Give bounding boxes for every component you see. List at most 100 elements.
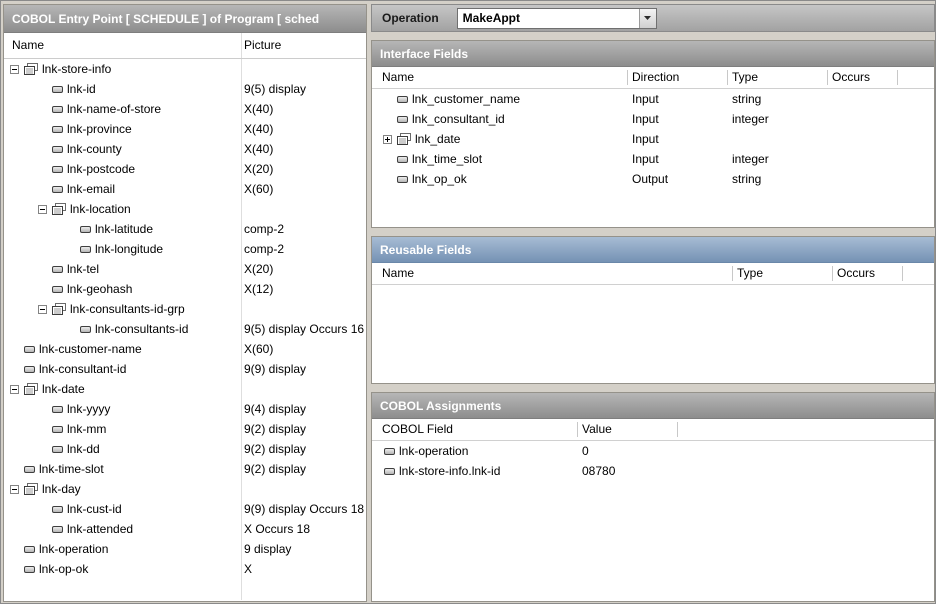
field-name-label: lnk-longitude	[95, 242, 163, 256]
expander-slot	[38, 305, 52, 314]
field-direction: Input	[632, 149, 659, 169]
tree-expander-minus-icon[interactable]	[38, 205, 47, 214]
tree-row[interactable]: lnk-date	[4, 379, 366, 399]
group-record-icon	[24, 383, 38, 395]
tree-expander-minus-icon[interactable]	[10, 65, 19, 74]
tree-expander-minus-icon[interactable]	[10, 385, 19, 394]
field-name-label: lnk-dd	[67, 442, 100, 456]
app-window: COBOL Entry Point [ SCHEDULE ] of Progra…	[0, 0, 936, 604]
expander-slot	[10, 65, 24, 74]
field-picture: X(60)	[244, 339, 273, 359]
field-icon	[52, 146, 63, 153]
field-icon	[384, 468, 395, 475]
field-icon	[397, 156, 408, 163]
field-picture: 9(5) display	[244, 79, 306, 99]
assignment-row[interactable]: lnk-operation0	[372, 441, 934, 461]
expander-slot	[38, 205, 52, 214]
assignment-value: 08780	[582, 461, 615, 481]
tree-row[interactable]: lnk-provinceX(40)	[4, 119, 366, 139]
column-header-cobol-field: COBOL Field	[382, 419, 453, 440]
cobol-assignments-header: COBOL Assignments	[372, 393, 934, 419]
field-direction: Output	[632, 169, 668, 189]
interface-field-row[interactable]: lnk_dateInput	[372, 129, 934, 149]
operation-label: Operation	[382, 11, 439, 25]
field-icon	[80, 226, 91, 233]
tree-row[interactable]: lnk-store-info	[4, 59, 366, 79]
column-header-picture: Picture	[244, 33, 281, 58]
field-picture: 9(9) display Occurs 18	[244, 499, 364, 519]
field-picture: 9(2) display	[244, 439, 306, 459]
tree-row[interactable]: lnk-id9(5) display	[4, 79, 366, 99]
assignment-field-label: lnk-store-info.lnk-id	[399, 464, 500, 478]
field-picture: 9(9) display	[244, 359, 306, 379]
interface-field-row[interactable]: lnk_time_slotInputinteger	[372, 149, 934, 169]
field-icon	[52, 446, 63, 453]
field-name-label: lnk-consultant-id	[39, 362, 126, 376]
tree-row[interactable]: lnk-location	[4, 199, 366, 219]
field-picture: X(40)	[244, 99, 273, 119]
tree-row[interactable]: lnk-consultants-id 9(5) display Occurs 16	[4, 319, 366, 339]
field-picture: 9 display	[244, 539, 291, 559]
interface-field-row[interactable]: lnk_op_okOutputstring	[372, 169, 934, 189]
field-picture: comp-2	[244, 239, 284, 259]
tree-row[interactable]: lnk-geohashX(12)	[4, 279, 366, 299]
tree-row[interactable]: lnk-countyX(40)	[4, 139, 366, 159]
reusable-fields-column-header-row: Name Type Occurs	[372, 263, 934, 285]
tree-row[interactable]: lnk-consultants-id-grp	[4, 299, 366, 319]
tree-row[interactable]: lnk-day	[4, 479, 366, 499]
tree-row[interactable]: lnk-telX(20)	[4, 259, 366, 279]
tree-row[interactable]: lnk-time-slot9(2) display	[4, 459, 366, 479]
left-panel-titlebar: COBOL Entry Point [ SCHEDULE ] of Progra…	[4, 5, 366, 33]
field-name-label: lnk-geohash	[67, 282, 132, 296]
tree-row[interactable]: lnk-longitude comp-2	[4, 239, 366, 259]
cobol-entry-point-panel: COBOL Entry Point [ SCHEDULE ] of Progra…	[3, 4, 367, 602]
field-name-label: lnk-location	[70, 202, 131, 216]
field-icon	[52, 526, 63, 533]
tree-row[interactable]: lnk-consultant-id 9(9) display	[4, 359, 366, 379]
field-picture: X(60)	[244, 179, 273, 199]
column-separator	[677, 422, 678, 437]
column-header-name: Name	[382, 263, 414, 284]
tree-expander-plus-icon[interactable]	[383, 135, 392, 144]
tree-row[interactable]: lnk-attendedX Occurs 18	[4, 519, 366, 539]
field-icon	[52, 166, 63, 173]
field-icon	[52, 86, 63, 93]
field-picture: X(40)	[244, 119, 273, 139]
field-direction: Input	[632, 129, 659, 149]
tree-row[interactable]: lnk-op-okX	[4, 559, 366, 579]
tree-row[interactable]: lnk-mm9(2) display	[4, 419, 366, 439]
field-name-label: lnk-consultants-id	[95, 322, 188, 336]
field-name-label: lnk-postcode	[67, 162, 135, 176]
tree-row[interactable]: lnk-emailX(60)	[4, 179, 366, 199]
tree-row[interactable]: lnk-customer-nameX(60)	[4, 339, 366, 359]
expander-slot	[10, 385, 24, 394]
column-separator	[577, 422, 578, 437]
field-icon	[80, 246, 91, 253]
field-icon	[52, 426, 63, 433]
column-separator	[897, 70, 898, 85]
tree-row[interactable]: lnk-cust-id9(9) display Occurs 18	[4, 499, 366, 519]
field-icon	[397, 96, 408, 103]
dropdown-arrow-button[interactable]	[639, 9, 656, 28]
tree-row[interactable]: lnk-name-of-storeX(40)	[4, 99, 366, 119]
cobol-assignments-section: COBOL Assignments COBOL Field Value lnk-…	[371, 392, 935, 602]
tree-row[interactable]: lnk-dd 9(2) display	[4, 439, 366, 459]
interface-field-row[interactable]: lnk_consultant_idInputinteger	[372, 109, 934, 129]
tree-row[interactable]: lnk-yyyy9(4) display	[4, 399, 366, 419]
column-separator	[727, 70, 728, 85]
field-picture: 9(5) display Occurs 16	[244, 319, 364, 339]
reusable-fields-header: Reusable Fields	[372, 237, 934, 263]
assignment-row[interactable]: lnk-store-info.lnk-id 08780	[372, 461, 934, 481]
tree-row[interactable]: lnk-operation9 display	[4, 539, 366, 559]
field-icon	[24, 346, 35, 353]
tree-row[interactable]: lnk-latitudecomp-2	[4, 219, 366, 239]
field-icon	[52, 186, 63, 193]
field-name-label: lnk-time-slot	[39, 462, 104, 476]
tree-expander-minus-icon[interactable]	[10, 485, 19, 494]
tree-expander-minus-icon[interactable]	[38, 305, 47, 314]
operation-dropdown[interactable]: MakeAppt	[457, 8, 657, 29]
interface-field-row[interactable]: lnk_customer_nameInputstring	[372, 89, 934, 109]
tree-row[interactable]: lnk-postcodeX(20)	[4, 159, 366, 179]
interface-fields-table: lnk_customer_nameInputstringlnk_consulta…	[372, 89, 934, 227]
field-name-label: lnk-latitude	[95, 222, 153, 236]
